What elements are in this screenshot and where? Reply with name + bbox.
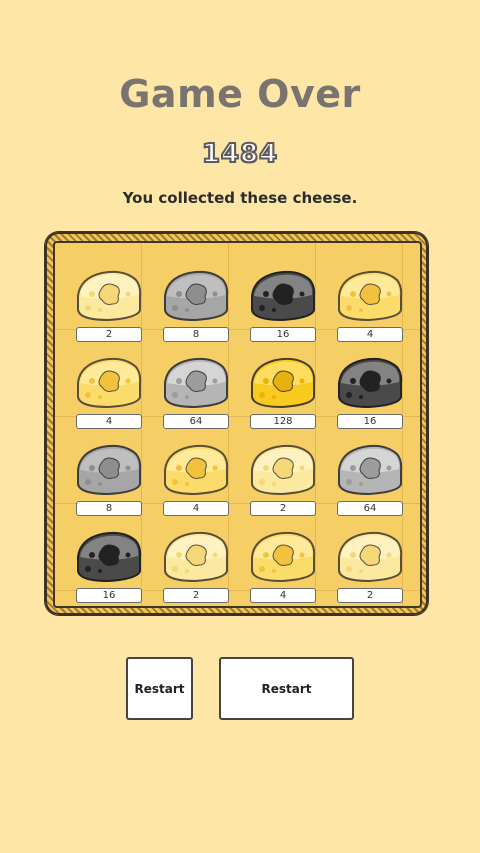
cheese-icon (251, 270, 316, 322)
tile-value: 2 (250, 501, 316, 516)
tile-value: 16 (250, 327, 316, 342)
cheese-icon (164, 531, 229, 583)
cheese-tile: 16 (244, 264, 320, 344)
cheese-icon (164, 357, 229, 409)
cheese-tile: 8 (157, 264, 233, 344)
cheese-tile: 16 (70, 525, 146, 605)
cheese-tile: 4 (331, 264, 407, 344)
tile-value: 8 (163, 327, 229, 342)
tile-value: 128 (250, 414, 316, 429)
tile-value: 64 (163, 414, 229, 429)
cheese-icon (338, 270, 403, 322)
cheese-tile: 4 (70, 351, 146, 431)
final-score: 1484 (201, 138, 279, 170)
tile-value: 16 (76, 588, 142, 603)
tile-value: 16 (337, 414, 403, 429)
tile-value: 2 (76, 327, 142, 342)
cheese-tile: 2 (244, 438, 320, 518)
cheese-tile: 2 (157, 525, 233, 605)
cheese-tile: 4 (157, 438, 233, 518)
restart-button-large[interactable]: Restart (219, 657, 354, 720)
cheese-tile: 128 (244, 351, 320, 431)
tile-value: 2 (163, 588, 229, 603)
cheese-icon (251, 357, 316, 409)
cheese-tile: 8 (70, 438, 146, 518)
cheese-icon (251, 531, 316, 583)
cheese-tile: 64 (331, 438, 407, 518)
collected-subtitle: You collected these cheese. (122, 189, 358, 207)
cheese-tile: 4 (244, 525, 320, 605)
tile-value: 64 (337, 501, 403, 516)
cheese-icon (164, 444, 229, 496)
cheese-tile: 64 (157, 351, 233, 431)
cheese-tile: 2 (331, 525, 407, 605)
cheese-icon (338, 444, 403, 496)
cheese-icon (338, 531, 403, 583)
tile-value: 4 (76, 414, 142, 429)
restart-button-small[interactable]: Restart (126, 657, 193, 720)
tile-value: 2 (337, 588, 403, 603)
cheese-icon (77, 357, 142, 409)
tile-value: 4 (337, 327, 403, 342)
cheese-tile: 2 (70, 264, 146, 344)
tile-value: 4 (250, 588, 316, 603)
cheese-icon (251, 444, 316, 496)
cheese-icon (77, 270, 142, 322)
tile-value: 4 (163, 501, 229, 516)
game-over-title: Game Over (119, 72, 361, 116)
cheese-tile: 16 (331, 351, 407, 431)
cheese-icon (164, 270, 229, 322)
cheese-icon (77, 531, 142, 583)
tile-value: 8 (76, 501, 142, 516)
cheese-icon (338, 357, 403, 409)
cheese-icon (77, 444, 142, 496)
